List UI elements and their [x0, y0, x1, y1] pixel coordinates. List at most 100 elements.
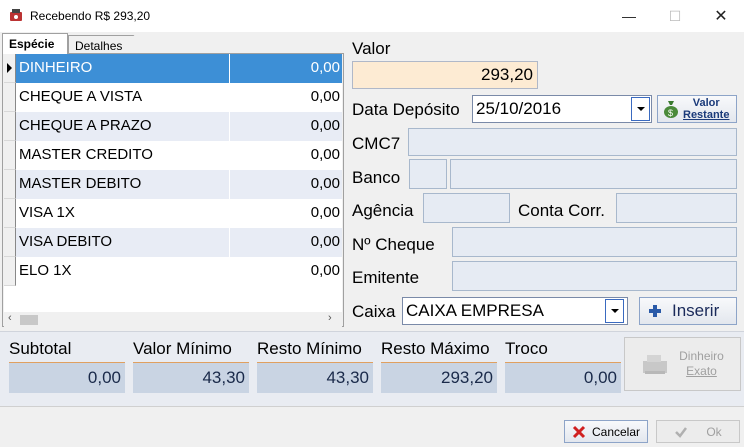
row-indicator: [4, 141, 16, 170]
especie-panel: DINHEIRO 0,00 CHEQUE A VISTA 0,00 CHEQUE…: [2, 53, 344, 327]
subtotal-value: 0,00: [9, 362, 125, 393]
data-deposito-field[interactable]: 25/10/2016: [472, 95, 652, 123]
troco-label: Troco: [505, 339, 548, 358]
emitente-field[interactable]: [452, 261, 737, 291]
banco-code-field[interactable]: [409, 159, 447, 189]
payment-name: ELO 1X: [16, 257, 230, 286]
row-indicator: [4, 257, 16, 286]
inserir-button[interactable]: Inserir: [639, 297, 737, 325]
banco-name-field[interactable]: [450, 159, 737, 189]
cheque-field[interactable]: [452, 227, 737, 257]
resto-minimo-value: 43,30: [257, 362, 373, 393]
valor-minimo-value: 43,30: [133, 362, 249, 393]
data-deposito-value: 25/10/2016: [476, 99, 562, 118]
horizontal-scrollbar[interactable]: ‹ ›: [4, 312, 342, 327]
payment-name: VISA DEBITO: [16, 228, 230, 257]
dinheiro-exato-button[interactable]: Dinheiro Exato: [624, 337, 741, 391]
tab-especie[interactable]: Espécie: [2, 33, 68, 54]
payment-value: 0,00: [310, 88, 340, 105]
caixa-select[interactable]: CAIXA EMPRESA: [402, 297, 628, 325]
emitente-label: Emitente: [352, 268, 420, 287]
resto-maximo-value: 293,20: [381, 362, 497, 393]
close-button[interactable]: ✕: [698, 0, 744, 32]
data-deposito-label: Data Depósito: [352, 100, 460, 119]
title-bar: Recebendo R$ 293,20 — ☐ ✕: [0, 0, 744, 32]
valor-minimo-label: Valor Mínimo: [133, 339, 232, 358]
table-row[interactable]: ELO 1X 0,00: [4, 257, 342, 286]
payment-value: 0,00: [310, 204, 340, 221]
cancel-button[interactable]: Cancelar: [564, 420, 648, 443]
payment-name: MASTER DEBITO: [16, 170, 230, 199]
tab-label: Espécie: [9, 37, 55, 51]
date-dropdown-button[interactable]: [631, 97, 650, 121]
cmc7-label: CMC7: [352, 134, 401, 153]
payment-name: CHEQUE A VISTA: [16, 83, 230, 112]
money-bag-icon: $: [664, 101, 678, 118]
close-icon: [572, 425, 586, 438]
ok-button[interactable]: Ok: [656, 420, 740, 443]
payment-value: 0,00: [230, 170, 342, 199]
cash-register-icon: [643, 355, 668, 374]
minimize-button[interactable]: —: [606, 0, 652, 32]
agencia-label: Agência: [352, 201, 414, 220]
valor-restante-line1: Valor: [692, 97, 720, 109]
valor-field[interactable]: 293,20: [352, 61, 538, 89]
scroll-right-icon[interactable]: ›: [328, 312, 332, 324]
window-title: Recebendo R$ 293,20: [30, 9, 151, 23]
check-icon: [675, 426, 688, 438]
dinheiro-exato-line1: Dinheiro: [679, 349, 724, 363]
inserir-label: Inserir: [672, 301, 720, 320]
subtotal-label: Subtotal: [9, 339, 72, 358]
scroll-left-icon[interactable]: ‹: [8, 312, 12, 324]
resto-maximo-label: Resto Máximo: [381, 339, 490, 358]
maximize-button[interactable]: ☐: [652, 0, 698, 32]
row-indicator: [4, 170, 16, 199]
dinheiro-exato-line2: Exato: [686, 364, 717, 378]
cmc7-field[interactable]: [408, 128, 737, 156]
payment-value: 0,00: [310, 146, 340, 163]
tab-detalhes[interactable]: Detalhes: [68, 35, 152, 55]
caixa-label: Caixa: [352, 302, 396, 321]
payment-value: 0,00: [310, 262, 340, 279]
chevron-down-icon: [610, 309, 619, 313]
payment-value: 0,00: [230, 54, 342, 83]
troco-value: 0,00: [505, 362, 621, 393]
row-indicator: [4, 83, 16, 112]
caixa-value: CAIXA EMPRESA: [406, 301, 544, 320]
table-row[interactable]: MASTER DEBITO 0,00: [4, 170, 342, 199]
table-row[interactable]: CHEQUE A PRAZO 0,00: [4, 112, 342, 141]
banco-label: Banco: [352, 168, 401, 187]
scroll-thumb[interactable]: [20, 315, 38, 325]
conta-label: Conta Corr.: [518, 201, 605, 220]
caixa-dropdown-button[interactable]: [605, 299, 624, 323]
table-row[interactable]: VISA DEBITO 0,00: [4, 228, 342, 257]
valor-value: 293,20: [481, 65, 533, 84]
payment-name: DINHEIRO: [16, 54, 230, 83]
payment-name: VISA 1X: [16, 199, 230, 228]
divider: [0, 406, 744, 407]
row-indicator: [4, 112, 16, 141]
tab-label: Detalhes: [75, 39, 123, 53]
cancel-label: Cancelar: [591, 424, 641, 439]
table-row[interactable]: CHEQUE A VISTA 0,00: [4, 83, 342, 112]
valor-restante-line2: Restante: [683, 109, 730, 121]
current-row-arrow-icon: [7, 63, 12, 73]
table-row[interactable]: MASTER CREDITO 0,00: [4, 141, 342, 170]
ok-label: Ok: [706, 424, 722, 439]
resto-minimo-label: Resto Mínimo: [257, 339, 362, 358]
payment-grid[interactable]: DINHEIRO 0,00 CHEQUE A VISTA 0,00 CHEQUE…: [4, 54, 342, 312]
plus-icon: [649, 305, 661, 317]
app-icon: [10, 9, 22, 21]
svg-text:$: $: [668, 108, 673, 118]
cheque-label: Nº Cheque: [352, 235, 435, 254]
row-indicator: [4, 228, 16, 257]
chevron-down-icon: [636, 107, 645, 111]
table-row[interactable]: DINHEIRO 0,00: [4, 54, 342, 83]
valor-restante-button[interactable]: $ Valor Restante: [657, 95, 737, 123]
conta-field[interactable]: [616, 193, 737, 223]
payment-name: MASTER CREDITO: [16, 141, 230, 170]
agencia-field[interactable]: [423, 193, 510, 223]
payment-name: CHEQUE A PRAZO: [16, 112, 230, 141]
table-row[interactable]: VISA 1X 0,00: [4, 199, 342, 228]
row-indicator: [4, 199, 16, 228]
